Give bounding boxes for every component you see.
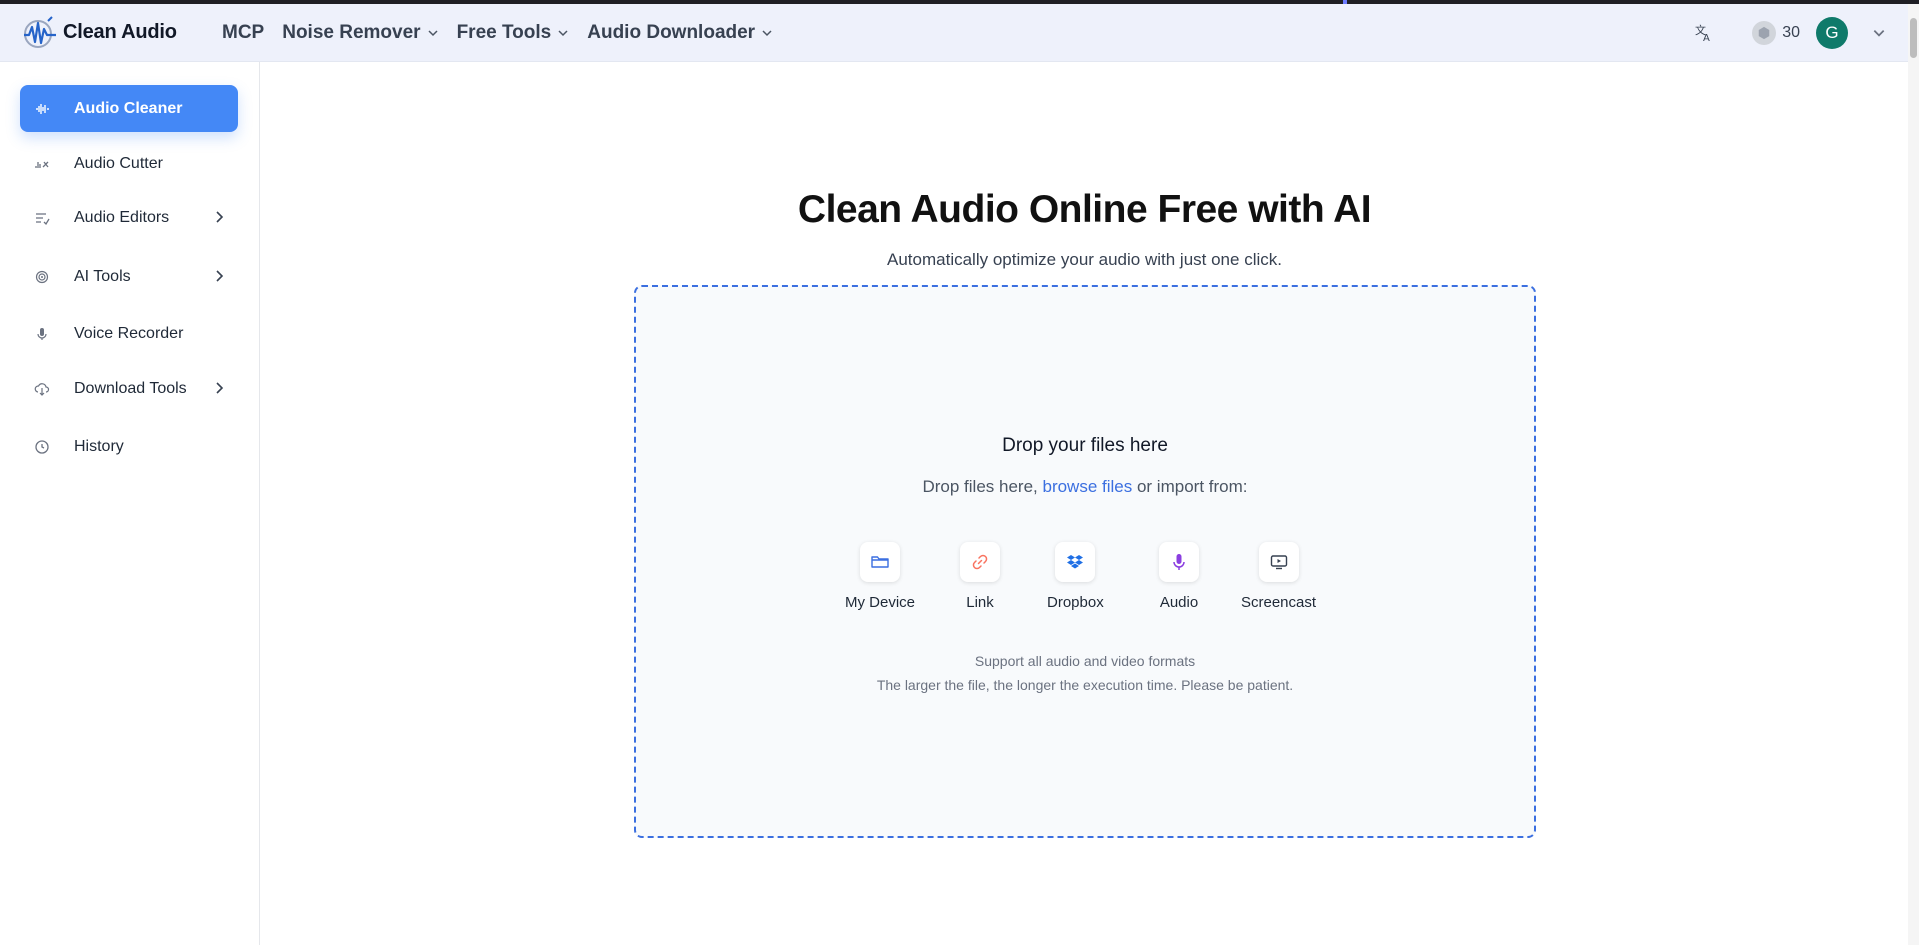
- chevron-down-icon: [428, 29, 438, 36]
- audio-cut-icon: [34, 156, 50, 172]
- logo-text: Clean Audio: [63, 21, 177, 43]
- scrollbar-thumb[interactable]: [1910, 18, 1917, 58]
- nav-noise-remover[interactable]: Noise Remover: [282, 22, 438, 44]
- list-edit-icon: [34, 210, 50, 226]
- chevron-right-icon: [216, 270, 224, 282]
- logo[interactable]: Clean Audio: [20, 15, 222, 51]
- chevron-down-icon: [558, 29, 568, 36]
- dropbox-icon: [1055, 542, 1096, 582]
- main-content: Clean Audio Online Free with AI Automati…: [261, 62, 1908, 945]
- logo-icon: [24, 15, 56, 48]
- credits-count: 30: [1782, 24, 1800, 41]
- link-icon: [960, 542, 1000, 582]
- page-title: Clean Audio Online Free with AI: [797, 188, 1372, 231]
- browse-files-link[interactable]: browse files: [1042, 477, 1132, 496]
- coin-icon: [1752, 21, 1777, 45]
- microphone-icon: [34, 326, 50, 342]
- sidebar-item-audio-cleaner[interactable]: Audio Cleaner: [20, 85, 238, 132]
- top-header: Clean Audio MCP Noise Remover Free Tools…: [0, 4, 1908, 62]
- cloud-download-icon: [34, 381, 50, 397]
- microphone-icon: [1159, 542, 1199, 582]
- file-drop-zone[interactable]: Drop your files here Drop files here, br…: [634, 285, 1536, 838]
- screencast-icon: [1258, 542, 1299, 582]
- source-audio[interactable]: Audio: [1159, 542, 1199, 611]
- sidebar: Audio Cleaner Audio Cutter Audio Editors…: [0, 62, 260, 945]
- nav-mcp[interactable]: MCP: [222, 22, 264, 44]
- page-scrollbar[interactable]: [1908, 4, 1919, 945]
- sidebar-item-audio-cutter[interactable]: Audio Cutter: [20, 140, 238, 187]
- sidebar-item-download-tools[interactable]: Download Tools: [20, 365, 238, 412]
- waveform-icon: [34, 101, 50, 117]
- sidebar-item-voice-recorder[interactable]: Voice Recorder: [20, 310, 238, 357]
- header-right: 文 A 30 G: [1694, 4, 1886, 62]
- nav-audio-downloader[interactable]: Audio Downloader: [587, 22, 773, 44]
- chevron-down-icon[interactable]: [1872, 26, 1886, 40]
- chevron-right-icon: [216, 382, 224, 394]
- nav-free-tools[interactable]: Free Tools: [457, 22, 570, 44]
- page-subtitle: Automatically optimize your audio with j…: [887, 250, 1282, 269]
- translate-icon[interactable]: 文 A: [1694, 23, 1714, 43]
- source-dropbox[interactable]: Dropbox: [1047, 542, 1104, 611]
- source-my-device[interactable]: My Device: [845, 542, 915, 611]
- sidebar-item-audio-editors[interactable]: Audio Editors: [20, 194, 238, 241]
- clock-icon: [34, 439, 50, 455]
- credits-badge[interactable]: 30: [1752, 21, 1800, 45]
- avatar[interactable]: G: [1816, 17, 1848, 49]
- chevron-down-icon: [762, 29, 772, 36]
- sidebar-item-ai-tools[interactable]: AI Tools: [20, 253, 238, 300]
- chevron-right-icon: [216, 211, 224, 223]
- ai-chip-icon: [34, 269, 50, 285]
- source-screencast[interactable]: Screencast: [1241, 542, 1316, 611]
- top-nav: MCP Noise Remover Free Tools Audio Downl…: [222, 22, 791, 44]
- svg-text:A: A: [1703, 33, 1710, 43]
- format-note: Support all audio and video formats: [974, 653, 1196, 669]
- source-link[interactable]: Link: [960, 542, 1000, 611]
- sidebar-item-history[interactable]: History: [20, 423, 238, 470]
- patience-note: The larger the file, the longer the exec…: [876, 677, 1294, 693]
- folder-icon: [860, 542, 900, 582]
- drop-heading: Drop your files here: [1002, 435, 1168, 456]
- drop-instructions: Drop files here, browse files or import …: [922, 477, 1248, 496]
